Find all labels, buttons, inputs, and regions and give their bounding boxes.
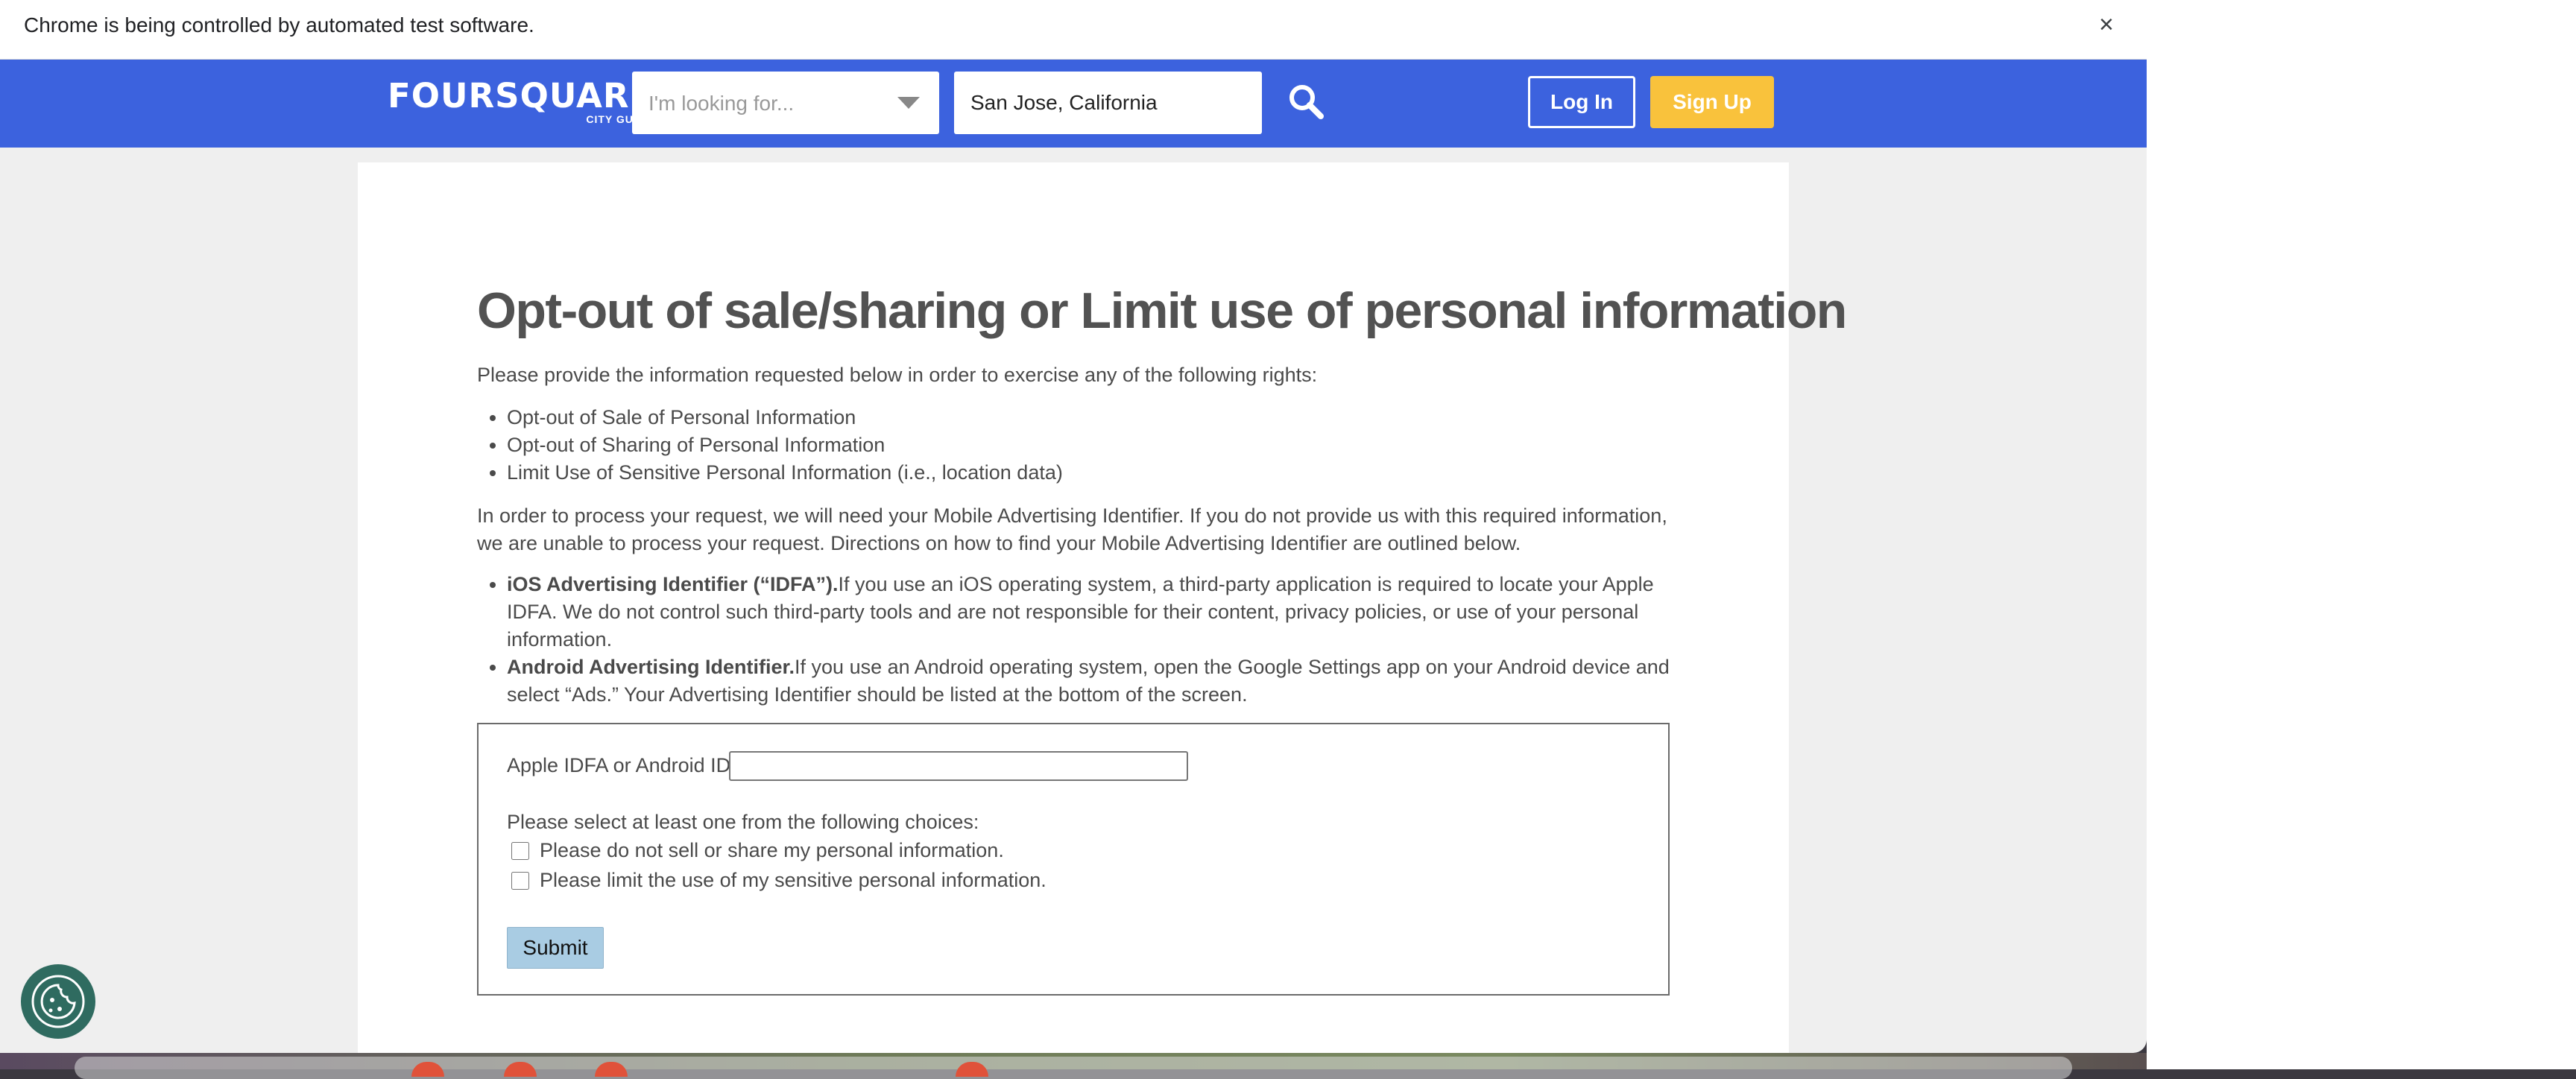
- do-not-sell-checkbox[interactable]: [511, 841, 529, 860]
- identifier-list: iOS Advertising Identifier (“IDFA”).If y…: [477, 571, 1670, 709]
- category-search[interactable]: [632, 72, 939, 136]
- content-card: Opt-out of sale/sharing or Limit use of …: [358, 162, 1847, 1053]
- login-button[interactable]: Log In: [1528, 76, 1635, 128]
- logo-wordmark: FOURSQUARE: [388, 76, 654, 116]
- looking-for-input[interactable]: [632, 72, 903, 136]
- close-icon[interactable]: ×: [2099, 12, 2114, 37]
- identifier-heading: Android Advertising Identifier.: [507, 656, 795, 678]
- opt-out-form: Apple IDFA or Android ID Please select a…: [477, 723, 1670, 996]
- search-icon[interactable]: [1287, 82, 1327, 122]
- dock: [75, 1057, 2072, 1079]
- idfa-label: Apple IDFA or Android ID: [507, 754, 731, 776]
- list-item: iOS Advertising Identifier (“IDFA”).If y…: [507, 571, 1670, 654]
- limit-use-checkbox[interactable]: [511, 871, 529, 890]
- automation-infobar: Chrome is being controlled by automated …: [0, 0, 2147, 60]
- choices-label: Please select at least one from the foll…: [507, 811, 979, 833]
- location-input[interactable]: [954, 72, 1262, 134]
- infobar-message: Chrome is being controlled by automated …: [24, 13, 534, 37]
- choice-limit-use[interactable]: Please limit the use of my sensitive per…: [511, 869, 1046, 892]
- list-item: Opt-out of Sale of Personal Information: [507, 404, 1063, 431]
- cookie-icon[interactable]: [21, 964, 95, 1039]
- chevron-down-icon[interactable]: [897, 97, 920, 109]
- list-item: Opt-out of Sharing of Personal Informati…: [507, 431, 1063, 459]
- site-header: FOURSQUARE CITY GUIDE Log In Sign Up: [0, 60, 2147, 148]
- intro-text: Please provide the information requested…: [477, 364, 1318, 386]
- desktop-background: [2147, 0, 2576, 1069]
- signup-button[interactable]: Sign Up: [1650, 76, 1774, 128]
- foursquare-logo[interactable]: FOURSQUARE CITY GUIDE: [388, 76, 654, 126]
- submit-button[interactable]: Submit: [507, 927, 604, 969]
- choice-label: Please limit the use of my sensitive per…: [540, 869, 1046, 891]
- choice-do-not-sell[interactable]: Please do not sell or share my personal …: [511, 839, 1004, 862]
- idfa-input[interactable]: [729, 751, 1188, 781]
- page-title: Opt-out of sale/sharing or Limit use of …: [477, 282, 1847, 339]
- browser-window: Chrome is being controlled by automated …: [0, 0, 2147, 1053]
- process-text: In order to process your request, we wil…: [477, 504, 1667, 554]
- list-item: Android Advertising Identifier.If you us…: [507, 654, 1670, 709]
- rights-list: Opt-out of Sale of Personal Information …: [477, 404, 1063, 487]
- choice-label: Please do not sell or share my personal …: [540, 839, 1004, 861]
- list-item: Limit Use of Sensitive Personal Informat…: [507, 459, 1063, 487]
- identifier-heading: iOS Advertising Identifier (“IDFA”).: [507, 573, 839, 595]
